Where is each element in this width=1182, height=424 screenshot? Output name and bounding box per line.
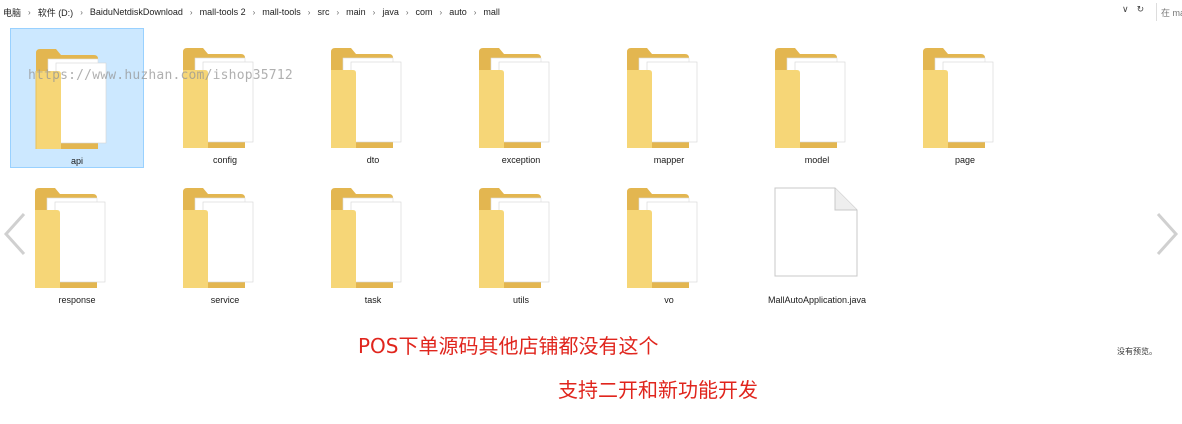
refresh-icon[interactable]: ↻	[1133, 4, 1149, 15]
folder-item[interactable]: mapper	[602, 28, 736, 168]
folder-item[interactable]: page	[898, 28, 1032, 168]
folder-icon	[479, 188, 550, 288]
item-label: task	[364, 295, 382, 305]
folder-icon	[331, 48, 402, 148]
chevron-right-icon[interactable]: ›	[436, 8, 447, 17]
folder-icon	[775, 48, 846, 148]
breadcrumb-item[interactable]: BaiduNetdiskDownload	[87, 7, 186, 17]
chevron-left-icon[interactable]	[2, 210, 28, 258]
address-controls: ∨ ↻	[1118, 4, 1148, 15]
folder-item[interactable]: api	[10, 28, 144, 168]
chevron-right-icon[interactable]: ›	[186, 8, 197, 17]
item-label: api	[70, 156, 83, 166]
file-item[interactable]: MallAutoApplication.java	[750, 168, 884, 308]
item-label: dto	[366, 155, 380, 165]
breadcrumb-item[interactable]: auto	[446, 7, 470, 17]
chevron-right-icon[interactable]: ›	[369, 8, 380, 17]
breadcrumb-item[interactable]: 软件 (D:)	[35, 6, 77, 19]
item-label: MallAutoApplication.java	[767, 295, 867, 305]
breadcrumb-item[interactable]: mall-tools	[259, 7, 304, 17]
item-label: exception	[501, 155, 541, 165]
item-label: response	[58, 295, 96, 305]
folder-item[interactable]: config	[158, 28, 292, 168]
folder-icon	[35, 188, 106, 288]
chevron-right-icon[interactable]: ›	[402, 8, 413, 17]
promo-text-line1: POS下单源码其他店铺都没有这个	[358, 334, 659, 358]
folder-icon	[183, 48, 254, 148]
folder-icon	[479, 48, 550, 148]
folder-icon	[627, 48, 698, 148]
item-label: vo	[664, 295, 674, 305]
chevron-down-icon[interactable]: ∨	[1118, 4, 1133, 15]
folder-item[interactable]: service	[158, 168, 292, 308]
folder-icon	[331, 188, 402, 288]
chevron-right-icon[interactable]: ›	[470, 8, 481, 17]
folder-item[interactable]: vo	[602, 168, 736, 308]
folder-item[interactable]: response	[10, 168, 144, 308]
folder-item[interactable]: model	[750, 28, 884, 168]
item-label: model	[804, 155, 830, 165]
promo-text-line2: 支持二开和新功能开发	[558, 378, 758, 402]
address-bar: 电脑 › 软件 (D:) › BaiduNetdiskDownload › ma…	[0, 0, 1182, 24]
breadcrumb-item[interactable]: com	[413, 7, 436, 17]
file-icon	[774, 187, 858, 277]
folder-icon	[923, 48, 994, 148]
folder-icon	[183, 188, 254, 288]
chevron-right-icon[interactable]: ›	[332, 8, 343, 17]
chevron-right-icon[interactable]: ›	[76, 8, 87, 17]
breadcrumb-item[interactable]: mall	[480, 7, 503, 17]
folder-item[interactable]: utils	[454, 168, 588, 308]
watermark-text: https://www.huzhan.com/ishop35712	[28, 68, 293, 83]
folder-icon	[35, 49, 107, 149]
search-input[interactable]: 在 ma	[1156, 3, 1182, 21]
item-label: mapper	[653, 155, 685, 165]
chevron-right-icon[interactable]	[1154, 210, 1180, 258]
folder-item[interactable]: task	[306, 168, 440, 308]
chevron-right-icon[interactable]: ›	[24, 8, 35, 17]
chevron-right-icon[interactable]: ›	[304, 8, 315, 17]
breadcrumb-item[interactable]: main	[343, 7, 369, 17]
folder-icon	[627, 188, 698, 288]
breadcrumb-item[interactable]: src	[314, 7, 332, 17]
folder-item[interactable]: exception	[454, 28, 588, 168]
item-label: config	[212, 155, 238, 165]
chevron-right-icon[interactable]: ›	[249, 8, 260, 17]
item-label: utils	[512, 295, 529, 305]
folder-item[interactable]: dto	[306, 28, 440, 168]
breadcrumb-item[interactable]: mall-tools 2	[197, 7, 249, 17]
preview-pane-message: 没有预览。	[1117, 347, 1157, 356]
breadcrumb-item[interactable]: java	[379, 7, 402, 17]
breadcrumb: 电脑 › 软件 (D:) › BaiduNetdiskDownload › ma…	[0, 4, 503, 20]
breadcrumb-item[interactable]: 电脑	[0, 6, 24, 19]
item-label: service	[210, 295, 240, 305]
item-label: page	[954, 155, 976, 165]
